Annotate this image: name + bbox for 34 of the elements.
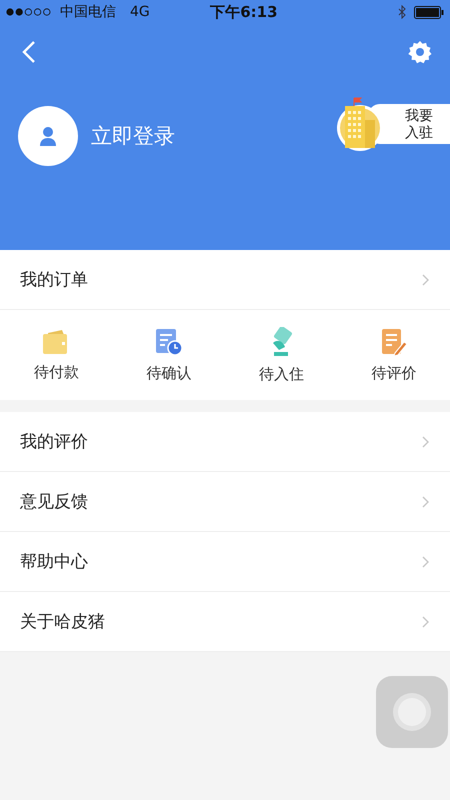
order-status-button[interactable]: 待确认 [112, 328, 225, 382]
menu-row[interactable]: 关于哈皮猪 [0, 592, 450, 652]
order-status-button[interactable]: 待评价 [338, 328, 450, 382]
menu-row[interactable]: 帮助中心 [0, 532, 450, 592]
settings-button[interactable] [408, 40, 432, 64]
login-link[interactable]: 立即登录 [91, 122, 175, 150]
join-label: 入驻 [404, 124, 434, 141]
document-clock-icon [154, 328, 183, 356]
signal-icon [6, 8, 52, 16]
order-status-button[interactable]: 待入住 [225, 326, 338, 384]
back-button[interactable] [22, 40, 36, 64]
menu-label: 我的评价 [20, 431, 88, 453]
menu-label: 意见反馈 [20, 491, 88, 513]
person-icon [39, 126, 57, 146]
chevron-icon [422, 616, 430, 628]
clock-time: 下午6:13 [210, 2, 278, 22]
chevron-icon [422, 436, 430, 448]
orders-title: 我的订单 [20, 269, 88, 291]
bluetooth-icon [398, 5, 406, 19]
orders-row[interactable]: 我的订单 [0, 250, 450, 310]
order-status-button[interactable]: 待付款 [0, 328, 112, 382]
chevron-icon [422, 556, 430, 568]
menu-label: 帮助中心 [20, 551, 88, 573]
note-pencil-icon [380, 328, 408, 356]
circle-icon [392, 692, 432, 732]
chevron-icon [422, 274, 430, 286]
join-label: 我要 [404, 107, 434, 124]
carrier-name: 中国电信 [60, 3, 116, 21]
menu-row[interactable]: 意见反馈 [0, 472, 450, 532]
menu-label: 关于哈皮猪 [20, 611, 105, 633]
battery-icon [414, 6, 444, 18]
menu-row[interactable]: 我的评价 [0, 412, 450, 472]
chevron-icon [422, 496, 430, 508]
network-type: 4G [130, 4, 150, 20]
